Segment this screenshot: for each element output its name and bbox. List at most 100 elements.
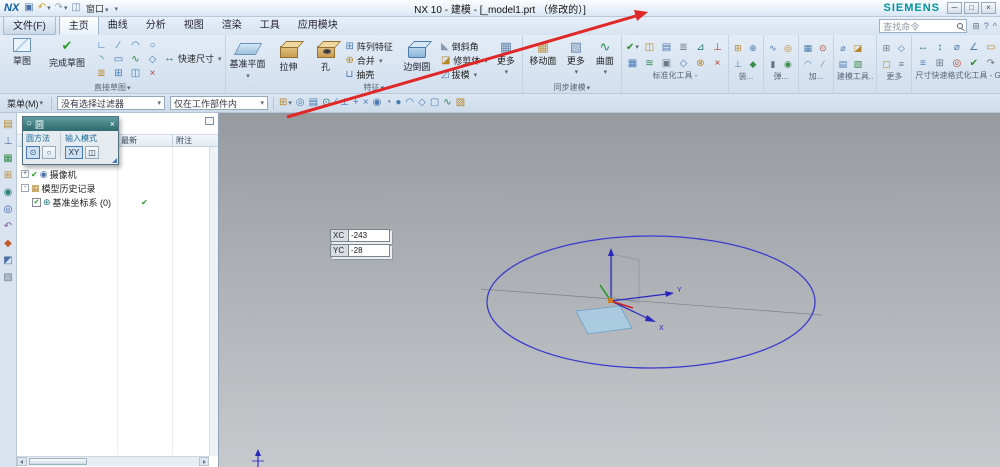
datum-plane-face[interactable] (575, 305, 633, 335)
window-menu-button[interactable]: 窗口 (86, 2, 109, 15)
history-icon[interactable]: ↶ (4, 222, 12, 232)
more-tools-icon-1[interactable]: ⊞ (880, 42, 892, 55)
control-point-icon[interactable]: + (353, 98, 359, 108)
style-dim-icon[interactable]: ↔ (915, 41, 930, 54)
camera-label[interactable]: 摄像机 (50, 168, 77, 181)
point-on-curve-icon[interactable]: ◠ (405, 98, 414, 108)
tab-分析[interactable]: 分析 (137, 14, 175, 35)
bolt-tool-icon[interactable]: ▮ (767, 58, 779, 71)
yc-input-box[interactable]: YC -28 (330, 244, 390, 257)
group-label-assembly-mini[interactable]: 装... (732, 71, 760, 82)
part-family-icon[interactable]: ▤ (659, 41, 674, 54)
fillet-icon[interactable]: ◝ (93, 53, 110, 67)
drill-tool-icon[interactable]: ⊙ (817, 42, 829, 55)
hd3d-tools-icon[interactable]: ◉ (4, 188, 13, 198)
parameter-input-mode-button[interactable]: ◫ (85, 146, 99, 159)
assembly-navigator-icon[interactable]: ▤ (3, 120, 12, 130)
vertical-dim-icon[interactable]: ↕ (932, 41, 947, 54)
section-view-icon[interactable]: ◪ (852, 42, 864, 55)
system-scene-icon[interactable]: ▧ (3, 273, 12, 283)
target-tool-icon[interactable]: ◎ (949, 57, 964, 70)
mirror-curve-icon[interactable]: ◫ (127, 67, 144, 81)
window-switch-icon[interactable]: ◫ (72, 3, 81, 13)
tab-应用模块[interactable]: 应用模块 (289, 14, 347, 35)
scroll-right-button[interactable] (199, 457, 209, 466)
point-on-surface-icon[interactable]: ◇ (418, 98, 426, 108)
quadrant-point-icon[interactable]: ◔ (385, 98, 391, 108)
tab-渲染[interactable]: 渲染 (213, 14, 251, 35)
attribute-tool-icon[interactable]: ≣ (676, 41, 691, 54)
search-icon[interactable] (957, 23, 964, 29)
shell-button[interactable]: ⊔ 抽壳 (344, 68, 395, 81)
origin-handle[interactable] (608, 298, 613, 303)
sketch-button[interactable]: 草图 (3, 36, 41, 67)
export-tool-icon[interactable]: ↷ (983, 57, 998, 70)
polygon-icon[interactable]: ◇ (144, 53, 161, 67)
top-level-only-icon[interactable]: ▤ (309, 98, 318, 108)
minimize-ribbon-icon[interactable]: ^ (993, 21, 997, 31)
weld-assistant-icon[interactable]: ⊿ (693, 41, 708, 54)
process-studio-icon[interactable]: ◆ (4, 239, 12, 249)
exploded-view-icon[interactable]: ◆ (747, 58, 759, 71)
frame-tool-icon[interactable]: ▭ (983, 41, 998, 54)
more-tools-icon-4[interactable]: ≡ (895, 58, 907, 71)
existing-point-icon[interactable]: ● (395, 98, 401, 108)
constraint-navigator-icon[interactable]: ⊥ (4, 137, 13, 147)
tab-工具[interactable]: 工具 (251, 14, 289, 35)
surface-button[interactable]: ∿ 曲面 (592, 36, 618, 76)
maximize-button[interactable]: □ (964, 2, 979, 14)
web-browser-icon[interactable]: ◎ (4, 205, 13, 215)
draft-button[interactable]: ◿ 拔模 (439, 68, 490, 81)
layer-settings-icon[interactable]: ▤ (837, 58, 849, 71)
offset-curve-icon[interactable]: ≣ (93, 67, 110, 81)
tab-曲线[interactable]: 曲线 (99, 14, 137, 35)
angle-dim-icon[interactable]: ∠ (966, 41, 981, 54)
face-rule-icon[interactable]: ▧ (456, 98, 465, 108)
group-label-more-mini[interactable]: 更多 (880, 71, 908, 82)
datum-tool-icon[interactable]: ⊥ (710, 41, 725, 54)
circle-three-point-icon[interactable]: ○ (42, 146, 56, 159)
help-icon[interactable]: ? (984, 21, 989, 31)
xc-input-box[interactable]: XC -243 (330, 229, 390, 242)
group-label-feature[interactable]: 特征 (229, 82, 519, 93)
check-dim-icon[interactable]: ✔ (966, 57, 981, 70)
sync-more-button[interactable]: ▧ 更多 (563, 36, 589, 76)
whole-assembly-icon[interactable]: ⊞ (279, 98, 292, 108)
command-search-input[interactable]: 查找命令 (879, 19, 968, 33)
spring-tool-icon[interactable]: ∿ (767, 42, 779, 55)
curve-rule-icon[interactable]: ∿ (443, 98, 451, 108)
finish-sketch-button[interactable]: ✔ 完成草图 (44, 36, 90, 69)
datum-plane-button[interactable]: 基准平面 (229, 36, 267, 80)
command-finder-icon[interactable]: ⊞ (972, 21, 980, 31)
column-header-latest[interactable]: 最新 (117, 135, 172, 146)
minimize-button[interactable]: ─ (947, 2, 962, 14)
reuse-library-icon[interactable]: ⊞ (4, 171, 12, 181)
group-label-machining-mini[interactable]: 加... (802, 71, 830, 82)
navigator-float-icon[interactable] (205, 117, 214, 125)
spline-tool-icon[interactable]: ≋ (642, 57, 657, 70)
collapse-icon[interactable]: - (21, 184, 29, 192)
datum-csys-label[interactable]: 基准坐标系 (0) (53, 196, 112, 209)
circle-icon[interactable]: ○ (144, 39, 161, 53)
yc-value-field[interactable]: -28 (348, 245, 389, 256)
mill-tool-icon[interactable]: ▦ (802, 42, 814, 55)
wire-edm-icon[interactable]: ∕ (817, 58, 829, 71)
symmetry-tool-icon[interactable]: ◇ (676, 57, 691, 70)
move-component-icon[interactable]: ⊕ (747, 42, 759, 55)
column-header-note[interactable]: 附注 (172, 135, 218, 146)
dialog-close-icon[interactable]: × (110, 119, 115, 129)
align-tool-icon[interactable]: ≡ (915, 57, 930, 70)
gear-tool-icon[interactable]: ◎ (782, 42, 794, 55)
group-label-spring-mini[interactable]: 弹... (767, 71, 795, 82)
model-history-label[interactable]: 模型历史记录 (42, 182, 96, 195)
chamfer-button[interactable]: ◣ 倒斜角 (439, 40, 490, 53)
studio-spline-icon[interactable]: ∿ (127, 53, 144, 67)
cleanup-tool-icon[interactable]: × (710, 57, 725, 70)
end-point-icon[interactable]: ∕ (335, 98, 337, 108)
pattern-feature-button[interactable]: ⊞ 阵列特征 (344, 40, 395, 53)
snap-point-toggle-icon[interactable]: ⊙ (322, 98, 330, 108)
rapid-dimension-button[interactable]: ↔ 快速尺寸 (164, 36, 222, 65)
save-icon[interactable]: ▣ (24, 3, 33, 13)
part-navigator-icon[interactable]: ▦ (3, 154, 12, 164)
datum-csys-checkbox[interactable]: ✔ (32, 197, 41, 207)
